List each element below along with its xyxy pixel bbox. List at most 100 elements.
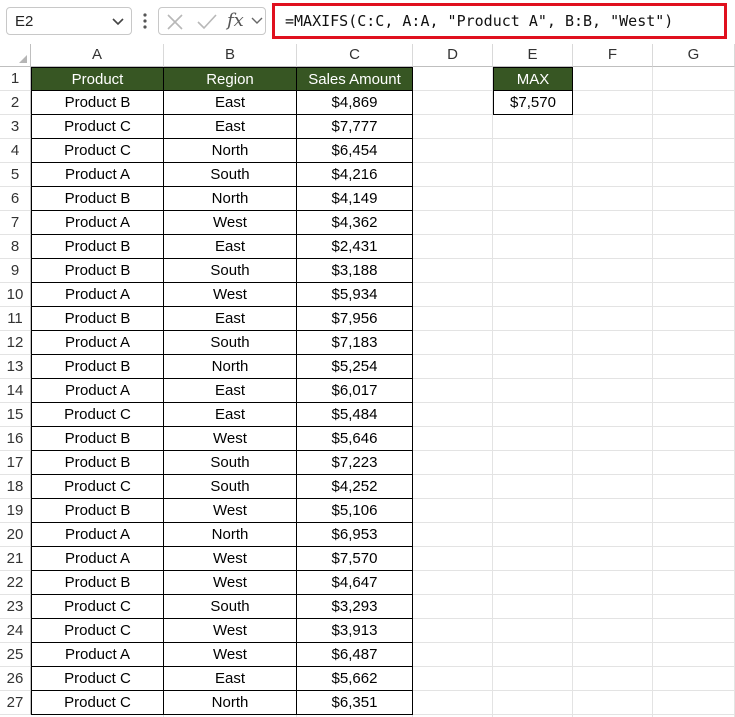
row-header-23[interactable]: 23 — [0, 595, 31, 619]
table-cell[interactable]: Product A — [31, 379, 164, 403]
max-value-cell[interactable]: $7,570 — [493, 91, 573, 115]
table-cell[interactable]: North — [164, 187, 297, 211]
table-header-cell[interactable]: Region — [164, 67, 297, 91]
row-header-2[interactable]: 2 — [0, 91, 31, 115]
table-cell[interactable]: West — [164, 499, 297, 523]
column-header-c[interactable]: C — [297, 44, 413, 67]
row-header-20[interactable]: 20 — [0, 523, 31, 547]
table-cell[interactable]: Product B — [31, 235, 164, 259]
table-cell[interactable]: $7,183 — [297, 331, 413, 355]
table-cell[interactable]: Product C — [31, 619, 164, 643]
table-cell[interactable]: South — [164, 595, 297, 619]
table-cell[interactable]: $6,953 — [297, 523, 413, 547]
table-header-cell[interactable]: Sales Amount — [297, 67, 413, 91]
row-header-27[interactable]: 27 — [0, 691, 31, 715]
row-header-1[interactable]: 1 — [0, 67, 31, 91]
table-cell[interactable]: $7,223 — [297, 451, 413, 475]
table-cell[interactable]: $5,254 — [297, 355, 413, 379]
table-cell[interactable]: $7,956 — [297, 307, 413, 331]
insert-function-button[interactable]: fx — [227, 10, 244, 31]
table-cell[interactable]: $4,252 — [297, 475, 413, 499]
table-cell[interactable]: West — [164, 547, 297, 571]
column-header-e[interactable]: E — [493, 44, 573, 67]
table-cell[interactable]: $5,646 — [297, 427, 413, 451]
chevron-down-icon[interactable] — [251, 16, 263, 26]
table-cell[interactable]: $4,362 — [297, 211, 413, 235]
table-cell[interactable]: Product C — [31, 475, 164, 499]
row-header-16[interactable]: 16 — [0, 427, 31, 451]
row-header-9[interactable]: 9 — [0, 259, 31, 283]
table-cell[interactable]: East — [164, 403, 297, 427]
table-cell[interactable]: $5,934 — [297, 283, 413, 307]
max-header-cell[interactable]: MAX — [493, 67, 573, 91]
table-header-cell[interactable]: Product — [31, 67, 164, 91]
row-header-18[interactable]: 18 — [0, 475, 31, 499]
table-cell[interactable]: $6,017 — [297, 379, 413, 403]
row-header-21[interactable]: 21 — [0, 547, 31, 571]
table-cell[interactable]: North — [164, 355, 297, 379]
row-header-8[interactable]: 8 — [0, 235, 31, 259]
table-cell[interactable]: $6,487 — [297, 643, 413, 667]
more-options-icon[interactable] — [143, 12, 147, 30]
row-header-5[interactable]: 5 — [0, 163, 31, 187]
table-cell[interactable]: East — [164, 379, 297, 403]
table-cell[interactable]: East — [164, 235, 297, 259]
row-header-4[interactable]: 4 — [0, 139, 31, 163]
table-cell[interactable]: South — [164, 259, 297, 283]
table-cell[interactable]: Product C — [31, 115, 164, 139]
table-cell[interactable]: East — [164, 91, 297, 115]
row-header-7[interactable]: 7 — [0, 211, 31, 235]
table-cell[interactable]: Product A — [31, 211, 164, 235]
table-cell[interactable]: East — [164, 307, 297, 331]
table-cell[interactable]: $5,662 — [297, 667, 413, 691]
row-header-3[interactable]: 3 — [0, 115, 31, 139]
column-header-g[interactable]: G — [653, 44, 735, 67]
row-header-17[interactable]: 17 — [0, 451, 31, 475]
table-cell[interactable]: Product A — [31, 163, 164, 187]
table-cell[interactable]: East — [164, 667, 297, 691]
table-cell[interactable]: Product A — [31, 283, 164, 307]
row-header-6[interactable]: 6 — [0, 187, 31, 211]
table-cell[interactable]: Product C — [31, 667, 164, 691]
table-cell[interactable]: East — [164, 115, 297, 139]
table-cell[interactable]: North — [164, 523, 297, 547]
row-header-11[interactable]: 11 — [0, 307, 31, 331]
table-cell[interactable]: Product C — [31, 139, 164, 163]
formula-input[interactable]: =MAXIFS(C:C, A:A, "Product A", B:B, "Wes… — [272, 3, 727, 39]
table-cell[interactable]: North — [164, 139, 297, 163]
table-cell[interactable]: Product B — [31, 427, 164, 451]
table-cell[interactable]: $7,570 — [297, 547, 413, 571]
table-cell[interactable]: Product B — [31, 451, 164, 475]
column-header-f[interactable]: F — [573, 44, 653, 67]
table-cell[interactable]: Product C — [31, 403, 164, 427]
column-header-b[interactable]: B — [164, 44, 297, 67]
table-cell[interactable]: Product A — [31, 643, 164, 667]
table-cell[interactable]: $3,293 — [297, 595, 413, 619]
table-cell[interactable]: South — [164, 163, 297, 187]
table-cell[interactable]: Product C — [31, 691, 164, 715]
enter-check-icon[interactable] — [196, 13, 218, 31]
table-cell[interactable]: $3,913 — [297, 619, 413, 643]
table-cell[interactable]: $5,106 — [297, 499, 413, 523]
row-header-19[interactable]: 19 — [0, 499, 31, 523]
chevron-down-icon[interactable] — [111, 14, 125, 28]
table-cell[interactable]: South — [164, 475, 297, 499]
table-cell[interactable]: $7,777 — [297, 115, 413, 139]
table-cell[interactable]: Product B — [31, 499, 164, 523]
table-cell[interactable]: West — [164, 211, 297, 235]
table-cell[interactable]: South — [164, 331, 297, 355]
table-cell[interactable]: Product B — [31, 355, 164, 379]
table-cell[interactable]: $4,869 — [297, 91, 413, 115]
table-cell[interactable]: Product B — [31, 91, 164, 115]
table-cell[interactable]: $6,454 — [297, 139, 413, 163]
table-cell[interactable]: Product B — [31, 307, 164, 331]
table-cell[interactable]: West — [164, 643, 297, 667]
cancel-icon[interactable] — [166, 13, 184, 31]
table-cell[interactable]: $4,149 — [297, 187, 413, 211]
table-cell[interactable]: $6,351 — [297, 691, 413, 715]
row-header-22[interactable]: 22 — [0, 571, 31, 595]
row-header-25[interactable]: 25 — [0, 643, 31, 667]
row-header-12[interactable]: 12 — [0, 331, 31, 355]
table-cell[interactable]: West — [164, 619, 297, 643]
table-cell[interactable]: West — [164, 427, 297, 451]
